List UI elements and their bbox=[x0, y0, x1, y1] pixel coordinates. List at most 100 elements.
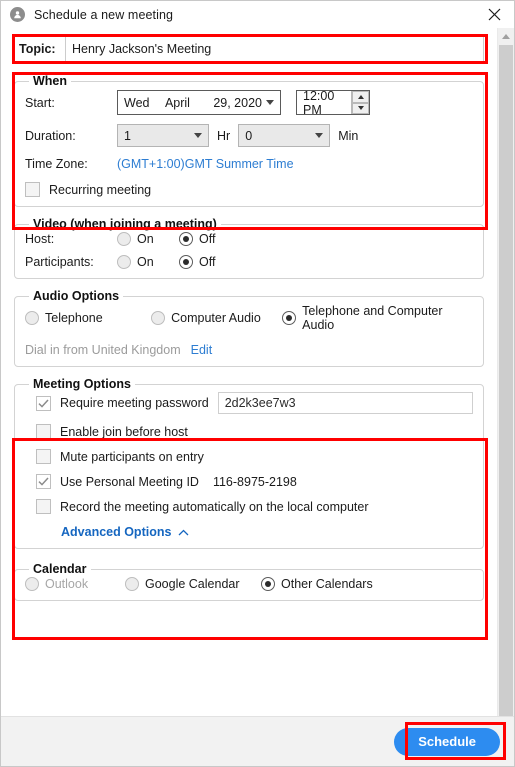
radio-circle bbox=[117, 232, 131, 246]
join-before-host-label: Enable join before host bbox=[60, 424, 188, 439]
start-month: April bbox=[164, 95, 190, 110]
video-host-on-radio[interactable]: On bbox=[117, 232, 179, 246]
title-bar: Schedule a new meeting bbox=[1, 1, 514, 28]
radio-circle bbox=[179, 232, 193, 246]
mute-participants-label: Mute participants on entry bbox=[60, 449, 204, 464]
scrollbar-thumb[interactable] bbox=[499, 45, 513, 727]
require-password-label: Require meeting password bbox=[60, 396, 209, 410]
timezone-link[interactable]: (GMT+1:00)GMT Summer Time bbox=[117, 157, 294, 171]
video-host-off-radio[interactable]: Off bbox=[179, 232, 215, 246]
checkbox-box bbox=[36, 474, 51, 489]
video-participants-on-label: On bbox=[137, 255, 154, 269]
chevron-up-icon[interactable] bbox=[178, 529, 189, 536]
duration-hours-value: 1 bbox=[124, 128, 131, 143]
duration-minutes-value: 0 bbox=[245, 128, 253, 143]
vertical-scrollbar[interactable] bbox=[497, 28, 514, 727]
radio-circle bbox=[151, 311, 166, 325]
audio-computer-radio[interactable]: Computer Audio bbox=[151, 311, 282, 325]
scrollbar-track[interactable] bbox=[498, 45, 514, 727]
video-host-row: Host: On Off bbox=[25, 232, 473, 246]
audio-both-label: Telephone and Computer Audio bbox=[302, 304, 443, 332]
advanced-options-row: Advanced Options bbox=[25, 525, 473, 539]
record-meeting-label: Record the meeting automatically on the … bbox=[60, 499, 369, 514]
radio-circle bbox=[179, 255, 193, 269]
calendar-group: Calendar Outlook Google Calendar Other C… bbox=[14, 562, 484, 601]
time-stepper-down-icon[interactable] bbox=[352, 102, 369, 114]
video-legend: Video (when joining a meeting) bbox=[33, 217, 217, 231]
timezone-label: Time Zone: bbox=[25, 157, 88, 171]
time-stepper[interactable] bbox=[351, 91, 369, 114]
topic-input[interactable] bbox=[65, 36, 484, 62]
window-title: Schedule a new meeting bbox=[34, 7, 174, 22]
dial-in-text: Dial in from United Kingdom bbox=[25, 343, 181, 357]
video-group: Video (when joining a meeting) Host: On … bbox=[14, 217, 484, 279]
start-row: Start: Wed April 29, 2020 12:00 PM bbox=[25, 88, 473, 117]
join-before-host-checkbox[interactable]: Enable join before host bbox=[36, 424, 188, 439]
start-time-value: 12:00 PM bbox=[303, 88, 335, 117]
audio-options-row: Telephone Computer Audio Telephone and C… bbox=[25, 304, 473, 332]
duration-row: Duration: 1 Hr 0 Min bbox=[25, 124, 473, 147]
video-host-label: Host: bbox=[25, 232, 55, 246]
content-wrapper: Topic: When Start: Wed April 29, 2020 12… bbox=[1, 28, 514, 727]
duration-hours-select[interactable]: 1 bbox=[117, 124, 209, 147]
schedule-button[interactable]: Schedule bbox=[394, 727, 500, 756]
recurring-meeting-checkbox[interactable]: Recurring meeting bbox=[25, 182, 151, 197]
calendar-google-label: Google Calendar bbox=[145, 577, 240, 591]
record-meeting-checkbox[interactable]: Record the meeting automatically on the … bbox=[36, 499, 369, 514]
require-password-checkbox[interactable]: Require meeting password bbox=[36, 395, 209, 411]
calendar-other-label: Other Calendars bbox=[281, 577, 373, 591]
calendar-other-radio[interactable]: Other Calendars bbox=[261, 577, 373, 591]
start-time-field[interactable]: 12:00 PM bbox=[296, 88, 370, 117]
video-participants-on-radio[interactable]: On bbox=[117, 255, 179, 269]
video-participants-off-label: Off bbox=[199, 255, 216, 269]
audio-options-legend: Audio Options bbox=[33, 289, 120, 303]
timezone-row: Time Zone: (GMT+1:00)GMT Summer Time bbox=[25, 157, 473, 171]
video-participants-off-radio[interactable]: Off bbox=[179, 255, 215, 269]
minutes-unit-label: Min bbox=[338, 128, 359, 143]
calendar-outlook-radio[interactable]: Outlook bbox=[25, 577, 125, 591]
start-date-select[interactable]: Wed April 29, 2020 bbox=[117, 90, 281, 115]
require-password-row: Require meeting password bbox=[25, 392, 473, 414]
form-content: Topic: When Start: Wed April 29, 2020 12… bbox=[1, 28, 497, 716]
calendar-options-row: Outlook Google Calendar Other Calendars bbox=[25, 577, 473, 591]
duration-minutes-select[interactable]: 0 bbox=[238, 124, 331, 147]
when-group: When Start: Wed April 29, 2020 12:00 PM bbox=[14, 74, 484, 207]
meeting-password-input[interactable] bbox=[217, 392, 473, 414]
radio-circle bbox=[261, 577, 275, 591]
time-stepper-up-icon[interactable] bbox=[352, 91, 369, 103]
dial-in-row: Dial in from United Kingdom Edit bbox=[25, 343, 473, 357]
video-participants-label: Participants: bbox=[25, 255, 94, 269]
use-pmi-label: Use Personal Meeting ID bbox=[60, 474, 199, 489]
video-host-on-label: On bbox=[137, 232, 154, 246]
when-legend: When bbox=[33, 74, 68, 88]
advanced-options-link[interactable]: Advanced Options bbox=[61, 525, 171, 539]
calendar-legend: Calendar bbox=[33, 562, 87, 576]
calendar-outlook-label: Outlook bbox=[45, 577, 89, 591]
mute-participants-checkbox[interactable]: Mute participants on entry bbox=[36, 449, 204, 464]
close-icon[interactable] bbox=[479, 3, 509, 25]
audio-telephone-radio[interactable]: Telephone bbox=[25, 311, 151, 325]
caret-up-icon[interactable] bbox=[498, 28, 514, 45]
audio-both-radio[interactable]: Telephone and Computer Audio bbox=[282, 304, 473, 332]
dial-in-edit-link[interactable]: Edit bbox=[191, 343, 213, 357]
checkbox-box bbox=[36, 395, 51, 411]
video-participants-row: Participants: On Off bbox=[25, 255, 473, 269]
audio-telephone-label: Telephone bbox=[45, 311, 103, 325]
meeting-options-group: Meeting Options Require meeting password bbox=[14, 377, 484, 549]
radio-circle bbox=[282, 311, 297, 325]
hours-unit-label: Hr bbox=[217, 128, 231, 143]
checkbox-box bbox=[25, 182, 40, 197]
calendar-google-radio[interactable]: Google Calendar bbox=[125, 577, 261, 591]
use-pmi-checkbox[interactable]: Use Personal Meeting ID bbox=[36, 474, 199, 489]
record-meeting-row: Record the meeting automatically on the … bbox=[25, 499, 473, 514]
radio-circle bbox=[117, 255, 131, 269]
recurring-row: Recurring meeting bbox=[25, 182, 473, 197]
duration-label: Duration: bbox=[25, 128, 76, 143]
start-label: Start: bbox=[25, 95, 55, 110]
zoom-person-icon bbox=[10, 7, 25, 22]
start-weekday: Wed bbox=[124, 95, 150, 110]
use-pmi-row: Use Personal Meeting ID 116-8975-2198 bbox=[25, 474, 473, 489]
topic-row: Topic: bbox=[14, 36, 484, 62]
join-before-host-row: Enable join before host bbox=[25, 424, 473, 439]
radio-circle bbox=[125, 577, 139, 591]
